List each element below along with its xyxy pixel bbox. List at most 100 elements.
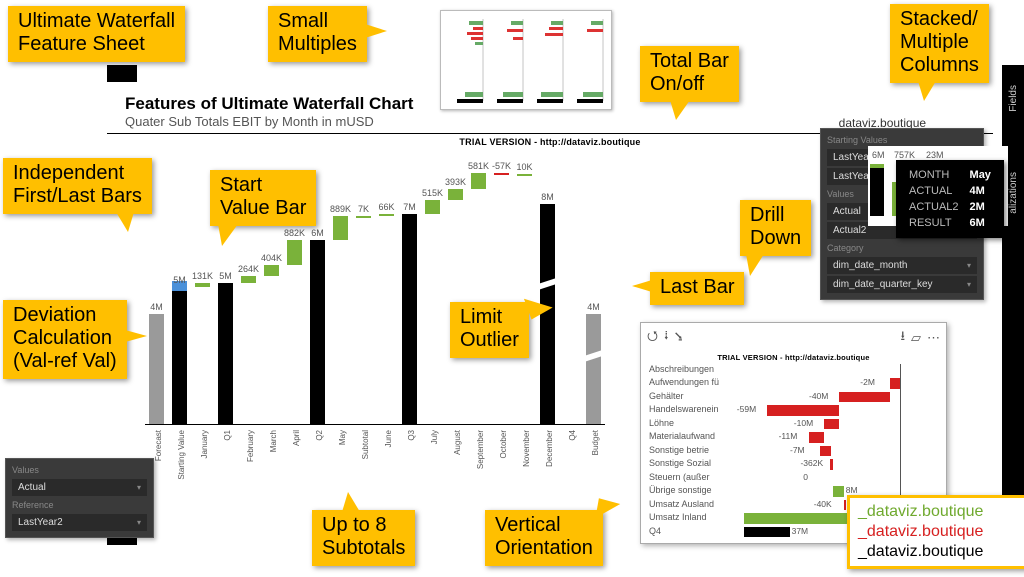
category-label: Q1	[223, 430, 232, 441]
section-values-2: Values	[12, 463, 147, 477]
bar-label: 6M	[311, 228, 324, 238]
callout-deviation: DeviationCalculation(Val-ref Val)	[3, 300, 127, 379]
focus-icon[interactable]: ⭳	[900, 327, 905, 349]
vwf-row-label: Abschreibungen	[649, 364, 738, 374]
bar-label: 404K	[261, 253, 282, 263]
datapoint-tooltip: MONTHMay ACTUAL4M ACTUAL22M RESULT6M	[896, 160, 1004, 238]
category-label: December	[545, 430, 554, 467]
vwf-value-label: 8M	[846, 485, 858, 495]
bar-Q2[interactable]	[310, 240, 324, 424]
category-label: Q2	[315, 430, 324, 441]
export-icon[interactable]: ▱	[911, 330, 921, 346]
bar-August[interactable]	[448, 189, 462, 200]
category-label: April	[292, 430, 301, 446]
fields-pane-label[interactable]: Fields	[1008, 85, 1019, 112]
vwf-bar[interactable]	[820, 446, 831, 456]
section-starting-values: Starting Values	[827, 133, 977, 147]
bar-June[interactable]	[379, 214, 393, 216]
section-reference: Reference	[12, 498, 147, 512]
vwf-value-label: -40K	[814, 499, 832, 509]
vwf-row-label: Aufwendungen fü	[649, 377, 738, 387]
section-category: Category	[827, 241, 977, 255]
callout-start-value: StartValue Bar	[210, 170, 316, 226]
bar-Subtotal[interactable]	[356, 216, 370, 218]
bar-May[interactable]	[333, 216, 347, 240]
vwf-row-label: Q4	[649, 526, 738, 536]
bar-label: 8M	[541, 192, 554, 202]
field-lastyear2-ref[interactable]: LastYear2▾	[12, 514, 147, 531]
callout-stacked: Stacked/MultipleColumns	[890, 4, 989, 83]
category-label: November	[522, 430, 531, 467]
vwf-value-label: -2M	[860, 377, 875, 387]
brand-black: _dataviz.boutique	[858, 542, 1018, 562]
bar-July[interactable]	[425, 200, 439, 214]
category-label: August	[453, 430, 462, 455]
vwf-value-label: -11M	[779, 431, 798, 441]
bar-Budget[interactable]	[586, 314, 600, 424]
drill-up-icon[interactable]: ⭯	[647, 327, 658, 349]
chevron-down-icon: ▾	[967, 261, 971, 270]
category-label: July	[430, 430, 439, 444]
chevron-down-icon: ▾	[967, 280, 971, 289]
vwf-value-label: -7M	[790, 445, 805, 455]
vwf-row-label: Übrige sonstige	[649, 485, 738, 495]
bar-Q3[interactable]	[402, 214, 416, 424]
field-dim-month[interactable]: dim_date_month▾	[827, 257, 977, 274]
viz-pane-label[interactable]: alizations	[1008, 172, 1019, 214]
category-label: February	[246, 430, 255, 462]
bar-label: 131K	[192, 271, 213, 281]
vwf-bar[interactable]	[890, 378, 900, 388]
app-rail-right: Fields alizations	[1002, 65, 1024, 545]
vwf-value-label: 0	[803, 472, 808, 482]
drill-expand-icon[interactable]: ⭸	[675, 327, 683, 349]
vwf-bar[interactable]	[839, 392, 890, 402]
callout-last-bar: Last Bar	[650, 272, 744, 305]
vwf-value-label: -362K	[800, 458, 823, 468]
stacked-label-c: 23M	[926, 150, 944, 160]
bar-April[interactable]	[287, 240, 301, 264]
category-label: May	[338, 430, 347, 445]
vwf-bar[interactable]	[744, 527, 790, 537]
field-actual-2[interactable]: Actual▾	[12, 479, 147, 496]
more-icon[interactable]: ⋯	[927, 330, 940, 346]
vwf-bar[interactable]	[809, 432, 824, 442]
mini-chart-1	[457, 19, 483, 103]
bar-Starting Value[interactable]	[172, 287, 186, 424]
vwf-row-label: Gehälter	[649, 391, 738, 401]
bar-February[interactable]	[241, 276, 255, 283]
bar-March[interactable]	[264, 265, 278, 276]
vwf-row-label: Umsatz Inland	[649, 512, 738, 522]
category-label: Starting Value	[177, 430, 186, 480]
vwf-row-label: Umsatz Ausland	[649, 499, 738, 509]
drill-toggle-icon[interactable]: ⭭	[664, 327, 669, 349]
bar-September[interactable]	[471, 173, 485, 189]
vwf-bar[interactable]	[767, 405, 839, 415]
callout-drill-down: DrillDown	[740, 200, 811, 256]
callout-vertical: VerticalOrientation	[485, 510, 603, 566]
callout-independent: IndependentFirst/Last Bars	[3, 158, 152, 214]
category-label: Q3	[407, 430, 416, 441]
field-dim-quarter[interactable]: dim_date_quarter_key▾	[827, 276, 977, 293]
bar-January[interactable]	[195, 283, 209, 287]
vwf-bar[interactable]	[844, 500, 846, 510]
vwf-bar[interactable]	[833, 486, 843, 496]
brand-green: _dataviz.boutique	[858, 502, 1018, 522]
bar-Q1[interactable]	[218, 283, 232, 424]
bar-October[interactable]	[494, 173, 508, 175]
bar-label: -57K	[492, 161, 511, 171]
category-label: January	[200, 430, 209, 458]
vwf-bar[interactable]	[824, 419, 839, 429]
vwf-row-label: Sonstige Sozial	[649, 458, 738, 468]
chevron-down-icon: ▾	[137, 518, 141, 527]
vwf-row-label: Materialaufwand	[649, 431, 738, 441]
vwf-row-label: Löhne	[649, 418, 738, 428]
bar-label: 393K	[445, 177, 466, 187]
stacked-label-a: 6M	[872, 150, 885, 160]
category-label: September	[476, 430, 485, 469]
bar-Forecast[interactable]	[149, 314, 163, 424]
bar-label: 5M	[173, 275, 186, 285]
vwf-bar[interactable]	[830, 459, 833, 469]
callout-total-bar: Total BarOn/off	[640, 46, 739, 102]
category-label: October	[499, 430, 508, 458]
bar-November[interactable]	[517, 174, 531, 176]
